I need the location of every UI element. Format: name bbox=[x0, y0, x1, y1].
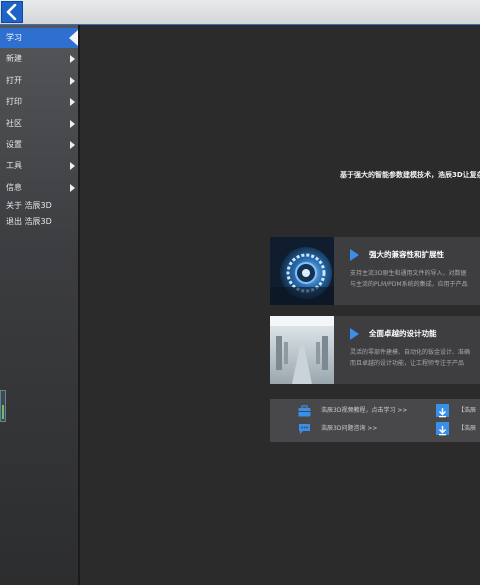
sidebar-item-label: 打印 bbox=[6, 97, 22, 106]
factory-render-image bbox=[270, 316, 334, 384]
status-bar-icon bbox=[2, 405, 4, 419]
chevron-right-icon bbox=[70, 55, 75, 63]
sidebar: 学习 新建 打开 打印 社区 设置 工具 信息 关于 浩辰3D 退出 浩辰3D bbox=[0, 25, 78, 585]
chevron-right-icon bbox=[70, 141, 75, 149]
play-icon bbox=[350, 328, 359, 340]
active-notch-icon bbox=[69, 30, 78, 46]
sidebar-item-settings[interactable]: 设置 bbox=[0, 135, 78, 155]
sidebar-item-community[interactable]: 社区 bbox=[0, 114, 78, 134]
download-icon bbox=[439, 408, 446, 418]
feature-card-compatibility[interactable]: 强大的兼容性和扩展性 支持主流3D原生和通用文件的导入，对数据 与主流的PLM/… bbox=[270, 237, 480, 305]
sidebar-item-label: 社区 bbox=[6, 119, 22, 128]
briefcase-icon bbox=[298, 405, 311, 417]
card-description: 支持主流3D原生和通用文件的导入，对数据 与主流的PLM/PDM系统的集成，应用… bbox=[350, 268, 468, 290]
sidebar-item-learn[interactable]: 学习 bbox=[0, 28, 78, 48]
side-status-widget[interactable] bbox=[0, 390, 6, 422]
sidebar-item-label: 信息 bbox=[6, 183, 22, 192]
card-title: 全面卓越的设计功能 bbox=[369, 329, 437, 338]
sidebar-item-print[interactable]: 打印 bbox=[0, 92, 78, 112]
back-arrow-icon bbox=[6, 4, 17, 20]
sidebar-item-label: 退出 浩辰3D bbox=[6, 217, 52, 226]
sidebar-item-info[interactable]: 信息 bbox=[0, 178, 78, 198]
card-description-line: 与主流的PLM/PDM系统的集成，应用于产品 bbox=[350, 281, 468, 288]
download-label[interactable]: 【浩辰 bbox=[458, 423, 476, 432]
tutorial-link[interactable]: 浩辰3D视频教程，点击学习 >> bbox=[321, 405, 407, 414]
download-label[interactable]: 【浩辰 bbox=[458, 405, 476, 414]
back-button[interactable] bbox=[1, 1, 23, 23]
chevron-right-icon bbox=[70, 184, 75, 192]
link-row-tutorial: 浩辰3D视频教程，点击学习 >> 【浩辰 bbox=[270, 403, 480, 419]
chevron-right-icon bbox=[70, 120, 75, 128]
sidebar-item-label: 设置 bbox=[6, 140, 22, 149]
sidebar-item-exit[interactable]: 退出 浩辰3D bbox=[0, 212, 78, 232]
play-icon bbox=[350, 249, 359, 261]
card-description-line: 支持主流3D原生和通用文件的导入，对数据 bbox=[350, 270, 467, 277]
sidebar-item-open[interactable]: 打开 bbox=[0, 71, 78, 91]
sidebar-item-label: 关于 浩辰3D bbox=[6, 201, 52, 210]
card-description-line: 灵活的零部件建模、自动化的钣金设计、准确 bbox=[350, 349, 471, 356]
chevron-right-icon bbox=[70, 77, 75, 85]
sidebar-item-label: 工具 bbox=[6, 161, 22, 170]
title-bar bbox=[0, 0, 480, 24]
chevron-right-icon bbox=[70, 162, 75, 170]
feature-card-design[interactable]: 全面卓越的设计功能 灵活的零部件建模、自动化的钣金设计、准确 而且卓越的设计功能… bbox=[270, 316, 480, 384]
main-panel: 基于强大的智能参数建模技术，浩辰3D让复杂设 强大的兼容性和扩展性 支持主流3D… bbox=[80, 25, 480, 585]
sidebar-item-label: 新建 bbox=[6, 54, 22, 63]
chevron-right-icon bbox=[70, 98, 75, 106]
card-description-line: 而且卓越的设计功能，让工程师专注于产品 bbox=[350, 360, 465, 367]
link-row-consult: 浩辰3D问题咨询 >> 【浩辰 bbox=[270, 421, 480, 437]
download-icon bbox=[439, 426, 446, 436]
help-links-panel: 浩辰3D视频教程，点击学习 >> 【浩辰 浩辰3D问题咨询 >> 【浩辰 bbox=[270, 399, 480, 442]
sidebar-item-label: 学习 bbox=[6, 33, 22, 42]
sidebar-item-tools[interactable]: 工具 bbox=[0, 156, 78, 176]
card-description: 灵活的零部件建模、自动化的钣金设计、准确 而且卓越的设计功能，让工程师专注于产品 bbox=[350, 347, 470, 369]
download-button[interactable] bbox=[436, 404, 449, 418]
page-subtitle: 基于强大的智能参数建模技术，浩辰3D让复杂设 bbox=[340, 171, 480, 179]
sidebar-item-label: 打开 bbox=[6, 76, 22, 85]
card-title: 强大的兼容性和扩展性 bbox=[369, 250, 444, 259]
consult-link[interactable]: 浩辰3D问题咨询 >> bbox=[321, 423, 377, 432]
gear-render-image bbox=[270, 237, 334, 305]
sidebar-item-new[interactable]: 新建 bbox=[0, 49, 78, 69]
chat-bubble-icon bbox=[299, 424, 310, 434]
download-button[interactable] bbox=[436, 422, 449, 436]
